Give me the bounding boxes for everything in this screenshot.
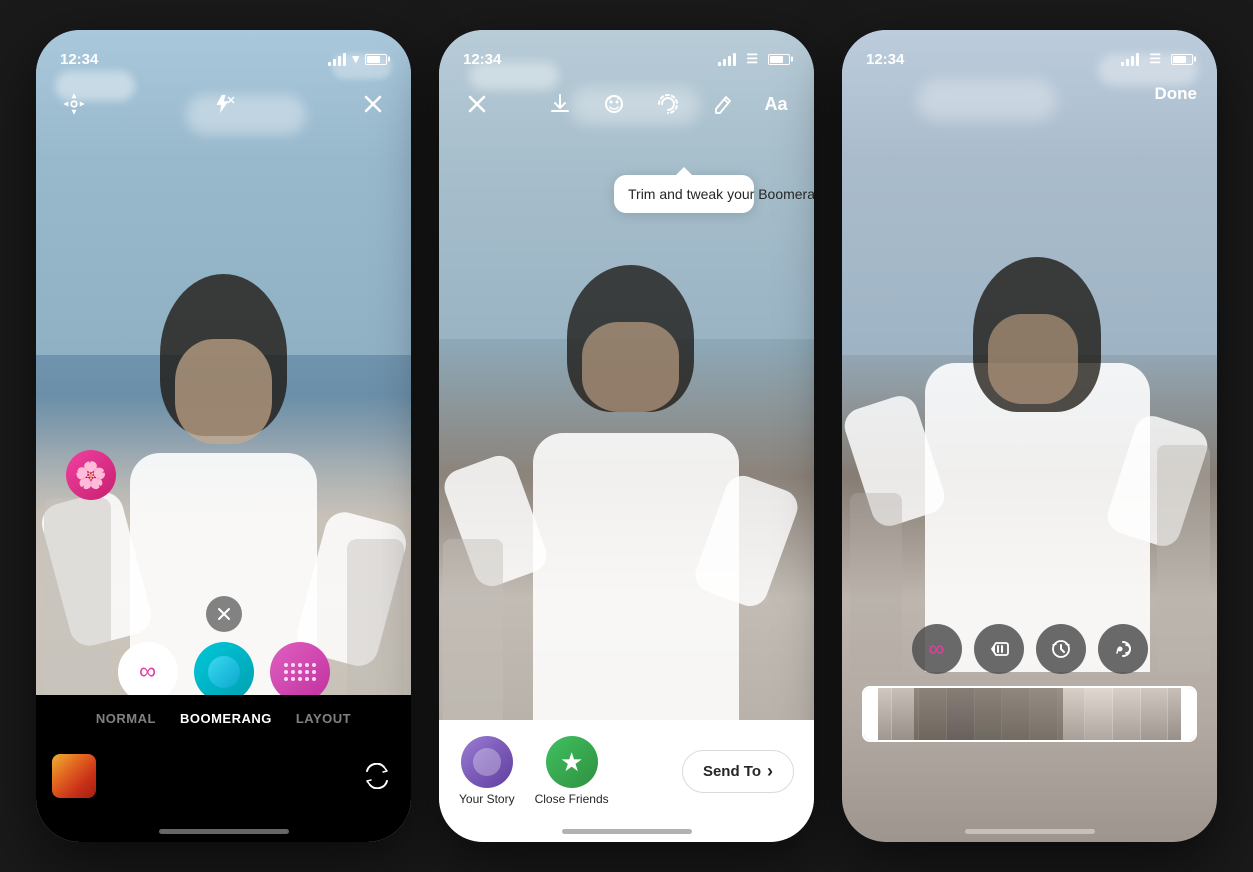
your-story-option[interactable]: Your Story [459, 736, 515, 806]
settings-icon[interactable] [56, 86, 92, 122]
camera-bottom-row [36, 740, 411, 812]
top-controls-2: Aa [439, 74, 814, 134]
home-indicator-3 [965, 829, 1095, 834]
close-friends-avatar: ★ [546, 736, 598, 788]
echo-button[interactable] [1098, 624, 1148, 674]
boomerang-gradient-btn[interactable] [194, 642, 254, 702]
status-bar-3: 12:34 ☰ [842, 30, 1217, 74]
mode-normal[interactable]: NORMAL [84, 707, 168, 730]
status-icons-3: ☰ [1121, 51, 1193, 67]
wifi-icon-3: ☰ [1149, 51, 1161, 67]
your-story-avatar [461, 736, 513, 788]
slow-motion-button[interactable] [1036, 624, 1086, 674]
shutter-spacer [192, 740, 264, 812]
battery-icon-1 [365, 54, 387, 65]
phone-3: 12:34 ☰ Done [842, 30, 1217, 842]
boomerang-infinity-btn[interactable]: ∞ [118, 642, 178, 702]
time-1: 12:34 [60, 51, 98, 68]
wifi-icon-1: ▾ [352, 51, 359, 67]
status-icons-2: ☰ [718, 51, 790, 67]
home-indicator-1 [159, 829, 289, 834]
phone-2: 12:34 ☰ [439, 30, 814, 842]
share-panel: Your Story ★ Close Friends Send To › [439, 720, 814, 842]
tooltip-text: Trim and tweak your Boomerang [628, 186, 814, 202]
timeline-handle-left[interactable] [864, 688, 878, 740]
mode-selector: NORMAL BOOMERANG LAYOUT [36, 707, 411, 730]
face-effects-icon[interactable] [596, 86, 632, 122]
reverse-button[interactable] [974, 624, 1024, 674]
done-button[interactable]: Done [1155, 84, 1198, 104]
draw-icon[interactable] [704, 86, 740, 122]
close-friends-label: Close Friends [535, 792, 609, 806]
text-icon[interactable]: Aa [758, 86, 794, 122]
signal-icon-2 [718, 53, 736, 66]
mode-layout[interactable]: LAYOUT [284, 707, 363, 730]
timeline-handle-right[interactable] [1181, 688, 1195, 740]
wifi-icon-2: ☰ [746, 51, 758, 67]
signal-icon-3 [1121, 53, 1139, 66]
flip-camera-icon[interactable] [359, 758, 395, 794]
boomerang-tooltip: Trim and tweak your Boomerang [614, 175, 754, 213]
mode-boomerang[interactable]: BOOMERANG [168, 707, 284, 730]
top-controls-1 [36, 74, 411, 134]
time-3: 12:34 [866, 51, 904, 68]
signal-icon-1 [328, 53, 346, 66]
close-icon-1[interactable] [355, 86, 391, 122]
send-to-label: Send To [703, 763, 761, 780]
status-icons-1: ▾ [328, 51, 387, 67]
edit-controls: ∞ [842, 624, 1217, 742]
status-bar-1: 12:34 ▾ [36, 30, 411, 74]
video-timeline[interactable] [862, 686, 1197, 742]
infinity-loop-button[interactable]: ∞ [912, 624, 962, 674]
phone-1: 12:34 ▾ [36, 30, 411, 842]
timeline-frames [864, 688, 1195, 740]
bottom-bar-1: NORMAL BOOMERANG LAYOUT [36, 695, 411, 842]
status-bar-2: 12:34 ☰ [439, 30, 814, 74]
playback-options: ∞ [862, 624, 1197, 674]
top-right-icons-2: Aa [542, 86, 794, 122]
boomerang-speed-icon[interactable] [650, 86, 686, 122]
close-friends-option[interactable]: ★ Close Friends [535, 736, 609, 806]
gallery-thumbnail[interactable] [52, 754, 96, 798]
battery-icon-3 [1171, 54, 1193, 65]
close-icon-2[interactable] [459, 86, 495, 122]
battery-icon-2 [768, 54, 790, 65]
phones-container: 12:34 ▾ [36, 30, 1217, 842]
time-2: 12:34 [463, 51, 501, 68]
download-icon[interactable] [542, 86, 578, 122]
flash-icon[interactable] [206, 86, 242, 122]
your-story-label: Your Story [459, 792, 515, 806]
boomerang-sparkle-btn[interactable] [270, 642, 330, 702]
send-to-arrow: › [767, 761, 773, 782]
boomerang-options: ∞ [36, 642, 411, 702]
flower-sticker[interactable]: 🌸 [66, 450, 116, 500]
send-to-button[interactable]: Send To › [682, 750, 794, 793]
story-options: Your Story ★ Close Friends [459, 736, 609, 806]
home-indicator-2 [562, 829, 692, 834]
dismiss-options-button[interactable] [206, 596, 242, 632]
phone3-top-bar: Done [842, 74, 1217, 114]
